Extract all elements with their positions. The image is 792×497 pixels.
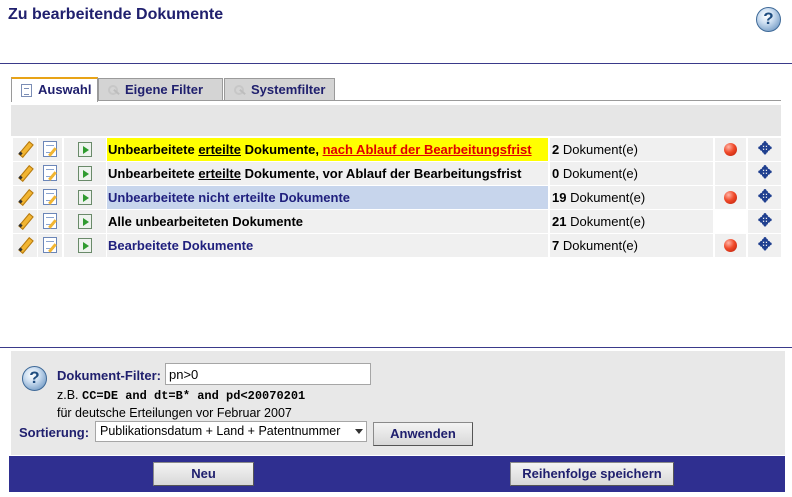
chevron-down-icon bbox=[355, 429, 363, 434]
pencil-icon[interactable] bbox=[18, 214, 32, 228]
red-dot-icon bbox=[724, 239, 737, 252]
move-cross-icon[interactable]: ✥ bbox=[757, 140, 773, 157]
move-cross-icon[interactable]: ✥ bbox=[757, 188, 773, 205]
toolbar-area bbox=[11, 105, 781, 136]
pencil-icon[interactable] bbox=[18, 238, 32, 252]
move-cross-icon[interactable]: ✥ bbox=[757, 212, 773, 229]
move-cross-icon[interactable]: ✥ bbox=[757, 236, 773, 253]
move-cross-icon[interactable]: ✥ bbox=[757, 164, 773, 181]
notepad-icon[interactable] bbox=[43, 237, 57, 253]
apply-button[interactable]: Anwenden bbox=[373, 422, 473, 446]
tab-eigene-filter[interactable]: Eigene Filter bbox=[98, 78, 223, 101]
sort-select[interactable]: Publikationsdatum + Land + Patentnummer bbox=[95, 421, 367, 442]
tab-label: Eigene Filter bbox=[125, 82, 204, 97]
list-item: Unbearbeitete erteilte Dokumente, vor Ab… bbox=[11, 162, 781, 185]
document-count: 19 Dokument(e) bbox=[550, 186, 713, 209]
red-dot-icon bbox=[724, 143, 737, 156]
save-order-button[interactable]: Reihenfolge speichern bbox=[510, 462, 674, 486]
document-count: 0 Dokument(e) bbox=[550, 162, 713, 185]
list-item-label[interactable]: Alle unbearbeiteten Dokumente bbox=[107, 210, 548, 233]
sort-selected-value: Publikationsdatum + Land + Patentnummer bbox=[100, 424, 341, 438]
document-count: 2 Dokument(e) bbox=[550, 138, 713, 161]
tab-label: Systemfilter bbox=[251, 82, 326, 97]
export-arrow-icon[interactable] bbox=[78, 142, 92, 157]
notepad-icon[interactable] bbox=[43, 189, 57, 205]
help-icon[interactable]: ? bbox=[756, 7, 781, 32]
notepad-icon[interactable] bbox=[43, 141, 57, 157]
document-count: 21 Dokument(e) bbox=[550, 210, 713, 233]
pencil-icon[interactable] bbox=[18, 190, 32, 204]
filter-hint-example: z.B. CC=DE and dt=B* and pd<20070201 bbox=[57, 388, 306, 403]
tab-label: Auswahl bbox=[38, 82, 92, 97]
tab-auswahl[interactable]: Auswahl bbox=[11, 77, 98, 102]
list-item: Unbearbeitete erteilte Dokumente, nach A… bbox=[11, 138, 781, 161]
pencil-icon[interactable] bbox=[18, 166, 32, 180]
page-title: Zu bearbeitende Dokumente bbox=[8, 6, 224, 23]
document-list: Unbearbeitete erteilte Dokumente, nach A… bbox=[11, 138, 781, 258]
document-count: 7 Dokument(e) bbox=[550, 234, 713, 257]
document-icon bbox=[21, 84, 32, 97]
list-item-label[interactable]: Unbearbeitete nicht erteilte Dokumente bbox=[107, 186, 548, 209]
list-item: Alle unbearbeiteten Dokumente 21 Dokumen… bbox=[11, 210, 781, 233]
key-icon bbox=[108, 84, 119, 97]
red-dot-icon bbox=[724, 191, 737, 204]
list-item-label[interactable]: Bearbeitete Dokumente bbox=[107, 234, 548, 257]
export-arrow-icon[interactable] bbox=[78, 166, 92, 181]
export-arrow-icon[interactable] bbox=[78, 238, 92, 253]
export-arrow-icon[interactable] bbox=[78, 214, 92, 229]
panel-divider bbox=[0, 347, 792, 348]
list-item: Unbearbeitete nicht erteilte Dokumente 1… bbox=[11, 186, 781, 209]
list-item: Bearbeitete Dokumente 7 Dokument(e) ✥ bbox=[11, 234, 781, 257]
export-arrow-icon[interactable] bbox=[78, 190, 92, 205]
key-icon bbox=[234, 84, 245, 97]
tab-systemfilter[interactable]: Systemfilter bbox=[224, 78, 335, 101]
pencil-icon[interactable] bbox=[18, 142, 32, 156]
list-item-label[interactable]: Unbearbeitete erteilte Dokumente, nach A… bbox=[107, 138, 548, 161]
filter-hint-description: für deutsche Erteilungen vor Februar 200… bbox=[57, 406, 292, 420]
list-item-label[interactable]: Unbearbeitete erteilte Dokumente, vor Ab… bbox=[107, 162, 548, 185]
title-divider bbox=[0, 63, 792, 64]
help-icon[interactable]: ? bbox=[22, 366, 47, 391]
notepad-icon[interactable] bbox=[43, 165, 57, 181]
sort-label: Sortierung: bbox=[19, 425, 90, 440]
filter-input[interactable] bbox=[165, 363, 371, 385]
notepad-icon[interactable] bbox=[43, 213, 57, 229]
new-button[interactable]: Neu bbox=[153, 462, 254, 486]
filter-label: Dokument-Filter: bbox=[57, 368, 161, 383]
tab-divider bbox=[11, 100, 781, 101]
